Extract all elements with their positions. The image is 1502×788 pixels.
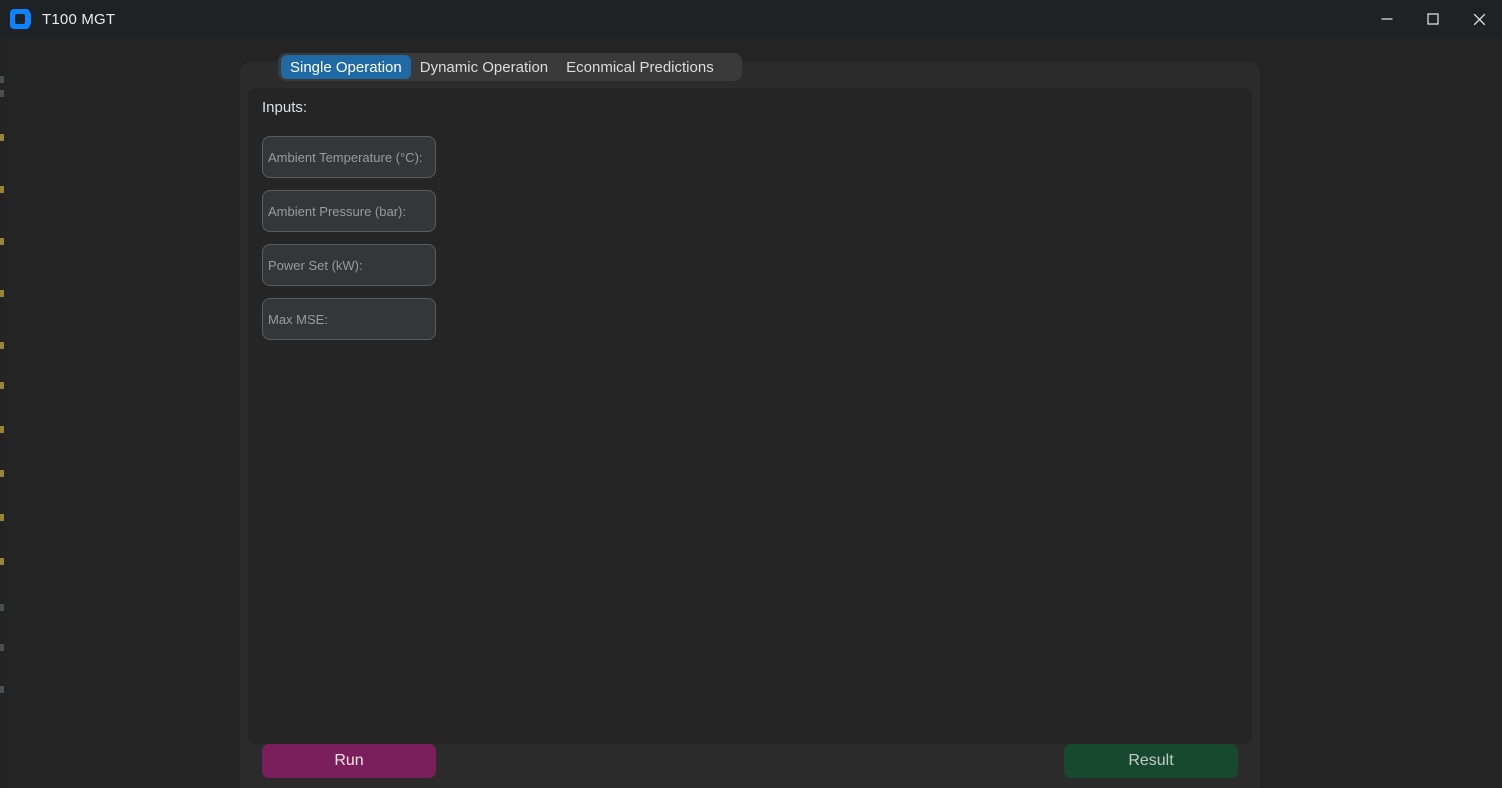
titlebar-left-group: T100 MGT — [0, 9, 115, 29]
ambient-pressure-input[interactable] — [267, 191, 431, 231]
background-window-sliver — [0, 38, 5, 788]
window-title: T100 MGT — [42, 10, 116, 28]
maximize-button[interactable] — [1410, 0, 1456, 38]
tab-bar: Single Operation Dynamic Operation Econm… — [278, 53, 742, 81]
app-logo-icon — [10, 9, 31, 29]
application-panel: Inputs: Run Result — [240, 62, 1260, 788]
inputs-section-label: Inputs: — [262, 99, 308, 116]
minimize-button[interactable] — [1364, 0, 1410, 38]
power-set-input[interactable] — [267, 245, 431, 285]
window-controls — [1364, 0, 1502, 38]
tab-dynamic-operation[interactable]: Dynamic Operation — [411, 55, 557, 79]
inputs-field-group — [262, 136, 436, 340]
tab-econmical-predictions[interactable]: Econmical Predictions — [557, 55, 723, 79]
ambient-pressure-field[interactable] — [262, 190, 436, 232]
result-button[interactable]: Result — [1064, 744, 1238, 778]
ambient-temperature-field[interactable] — [262, 136, 436, 178]
content-frame: Inputs: — [248, 88, 1252, 744]
window-titlebar: T100 MGT — [0, 0, 1502, 38]
max-mse-field[interactable] — [262, 298, 436, 340]
max-mse-input[interactable] — [267, 299, 431, 339]
close-button[interactable] — [1456, 0, 1502, 38]
run-button[interactable]: Run — [262, 744, 436, 778]
power-set-field[interactable] — [262, 244, 436, 286]
tab-single-operation[interactable]: Single Operation — [281, 55, 411, 79]
ambient-temperature-input[interactable] — [267, 137, 431, 177]
app-root: T100 MGT Inputs: Ambient Temperature (°C… — [0, 0, 1502, 788]
